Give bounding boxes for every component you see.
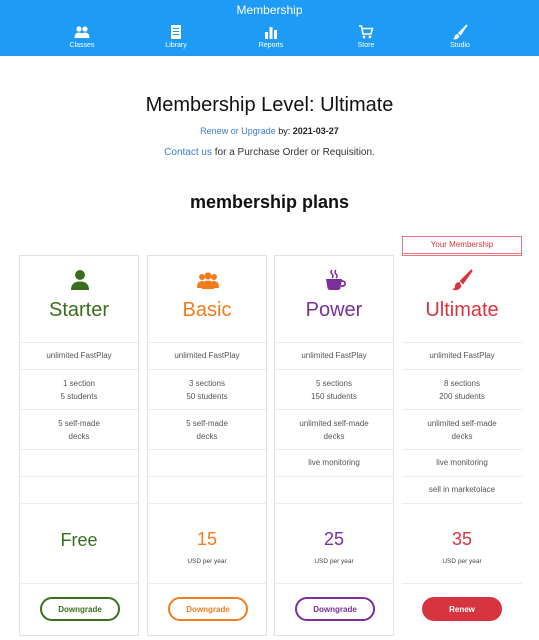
app-title: Membership [236, 3, 303, 17]
plan-price: 15 [196, 529, 218, 549]
feature-decks: 5 self-made decks [148, 409, 266, 449]
downgrade-basic-button[interactable]: Downgrade [168, 597, 248, 621]
plan-name: Ultimate [425, 299, 499, 321]
plans-title: membership plans [189, 192, 350, 212]
users-icon [197, 272, 219, 289]
contact-line: Contact us for a Purchase Order or Requi… [0, 147, 539, 158]
user-icon [71, 270, 89, 290]
plan-price: Free [60, 530, 98, 550]
cart-icon [359, 25, 374, 39]
your-membership-label: Your Membership [403, 237, 521, 254]
feature-sections: 8 sections 200 students [402, 369, 522, 409]
feature-decks-line: decks [323, 432, 345, 441]
feature-decks: unlimited self-made decks [275, 409, 393, 449]
feature-decks-line: 5 self-made [58, 419, 100, 428]
feature-monitoring [148, 449, 266, 476]
action-cell: Downgrade [148, 583, 266, 637]
nav-item-classes[interactable]: Classes [42, 24, 122, 54]
contact-text: for a Purchase Order or Requisition. [214, 147, 375, 158]
plan-price: 25 [323, 529, 345, 549]
coffee-cup-icon [326, 269, 346, 290]
feature-decks-line: unlimited self-made [299, 419, 369, 428]
feature-fastplay: unlimited FastPlay [275, 342, 393, 369]
feature-fastplay: unlimited FastPlay [402, 342, 522, 369]
main-nav: Classes Library Reports Store Studio [0, 24, 539, 54]
bar-chart-icon [265, 27, 277, 39]
nav-label-studio: Studio [450, 42, 470, 49]
feature-monitoring: live monitoring [402, 449, 522, 476]
top-bar: Membership Classes Library Reports Store… [0, 0, 539, 56]
plan-card-power: Power unlimited FastPlay 5 sections 150 s… [274, 255, 394, 636]
price-period: USD per year [314, 558, 354, 565]
paintbrush-icon [452, 269, 473, 291]
nav-label-classes: Classes [69, 42, 95, 49]
nav-label-store: Store [357, 42, 375, 49]
price-cell: Free [20, 503, 138, 583]
nav-item-store[interactable]: Store [326, 24, 406, 54]
book-icon [171, 25, 181, 39]
action-cell: Downgrade [275, 583, 393, 637]
feature-fastplay: unlimited FastPlay [20, 342, 138, 369]
feature-decks: 5 self-made decks [20, 409, 138, 449]
price-period: USD per year [187, 558, 227, 565]
feature-marketplace [148, 476, 266, 503]
feature-sections-line: 5 sections [315, 379, 353, 388]
feature-monitoring: live monitoring [275, 449, 393, 476]
nav-item-reports[interactable]: Reports [231, 24, 311, 54]
users-icon [74, 26, 90, 38]
feature-sections-line: 50 students [186, 392, 228, 401]
feature-sections-line: 200 students [439, 392, 485, 401]
feature-decks-line: decks [196, 432, 218, 441]
plan-name: Starter [48, 299, 110, 321]
feature-decks-line: 5 self-made [186, 419, 228, 428]
feature-sections-line: 150 students [311, 392, 357, 401]
page-title: Membership Level: Ultimate [145, 94, 394, 116]
feature-marketplace [275, 476, 393, 503]
feature-decks-line: decks [68, 432, 90, 441]
action-cell: Downgrade [20, 583, 138, 637]
price-cell: 35 USD per year [402, 503, 522, 583]
price-period: USD per year [442, 558, 482, 565]
paintbrush-icon [452, 24, 468, 40]
plan-price: 35 [451, 529, 473, 549]
feature-marketplace: sell in marketolace [402, 476, 522, 503]
feature-sections-line: 3 sections [188, 379, 226, 388]
renew-date: 2021-03-27 [292, 126, 339, 136]
downgrade-power-button[interactable]: Downgrade [295, 597, 375, 621]
plan-header: Ultimate [402, 256, 522, 342]
feature-decks-line: unlimited self-made [427, 419, 497, 428]
contact-us-link[interactable]: Contact us [164, 147, 212, 158]
feature-marketplace [20, 476, 138, 503]
plan-card-starter: Starter unlimited FastPlay 1 section 5 st… [19, 255, 139, 636]
plan-name: Basic [182, 299, 232, 321]
feature-monitoring [20, 449, 138, 476]
downgrade-starter-button[interactable]: Downgrade [40, 597, 120, 621]
nav-label-reports: Reports [258, 42, 284, 49]
renew-line: Renew or Upgrade by: 2021-03-27 [0, 126, 539, 136]
feature-sections-line: 8 sections [443, 379, 481, 388]
renew-by-text: by: [278, 126, 291, 136]
action-cell: Renew [402, 583, 522, 637]
price-cell: 25 USD per year [275, 503, 393, 583]
price-cell: 15 USD per year [148, 503, 266, 583]
plan-name: Power [305, 299, 363, 321]
renew-button[interactable]: Renew [422, 597, 502, 621]
plan-card-ultimate: Ultimate unlimited FastPlay 8 sections 20… [402, 255, 522, 634]
feature-sections: 1 section 5 students [20, 369, 138, 409]
feature-decks-line: decks [451, 432, 473, 441]
plan-card-basic: Basic unlimited FastPlay 3 sections 50 st… [147, 255, 267, 636]
plan-header: Starter [20, 256, 138, 342]
nav-label-library: Library [165, 42, 187, 49]
nav-item-library[interactable]: Library [136, 24, 216, 54]
plan-header: Power [275, 256, 393, 342]
feature-sections: 5 sections 150 students [275, 369, 393, 409]
feature-sections: 3 sections 50 students [148, 369, 266, 409]
nav-item-studio[interactable]: Studio [420, 24, 500, 54]
feature-sections-line: 1 section [62, 379, 96, 388]
feature-fastplay: unlimited FastPlay [148, 342, 266, 369]
feature-sections-line: 5 students [60, 392, 98, 401]
plan-header: Basic [148, 256, 266, 342]
renew-upgrade-link[interactable]: Renew or Upgrade [200, 126, 276, 136]
feature-decks: unlimited self-made decks [402, 409, 522, 449]
